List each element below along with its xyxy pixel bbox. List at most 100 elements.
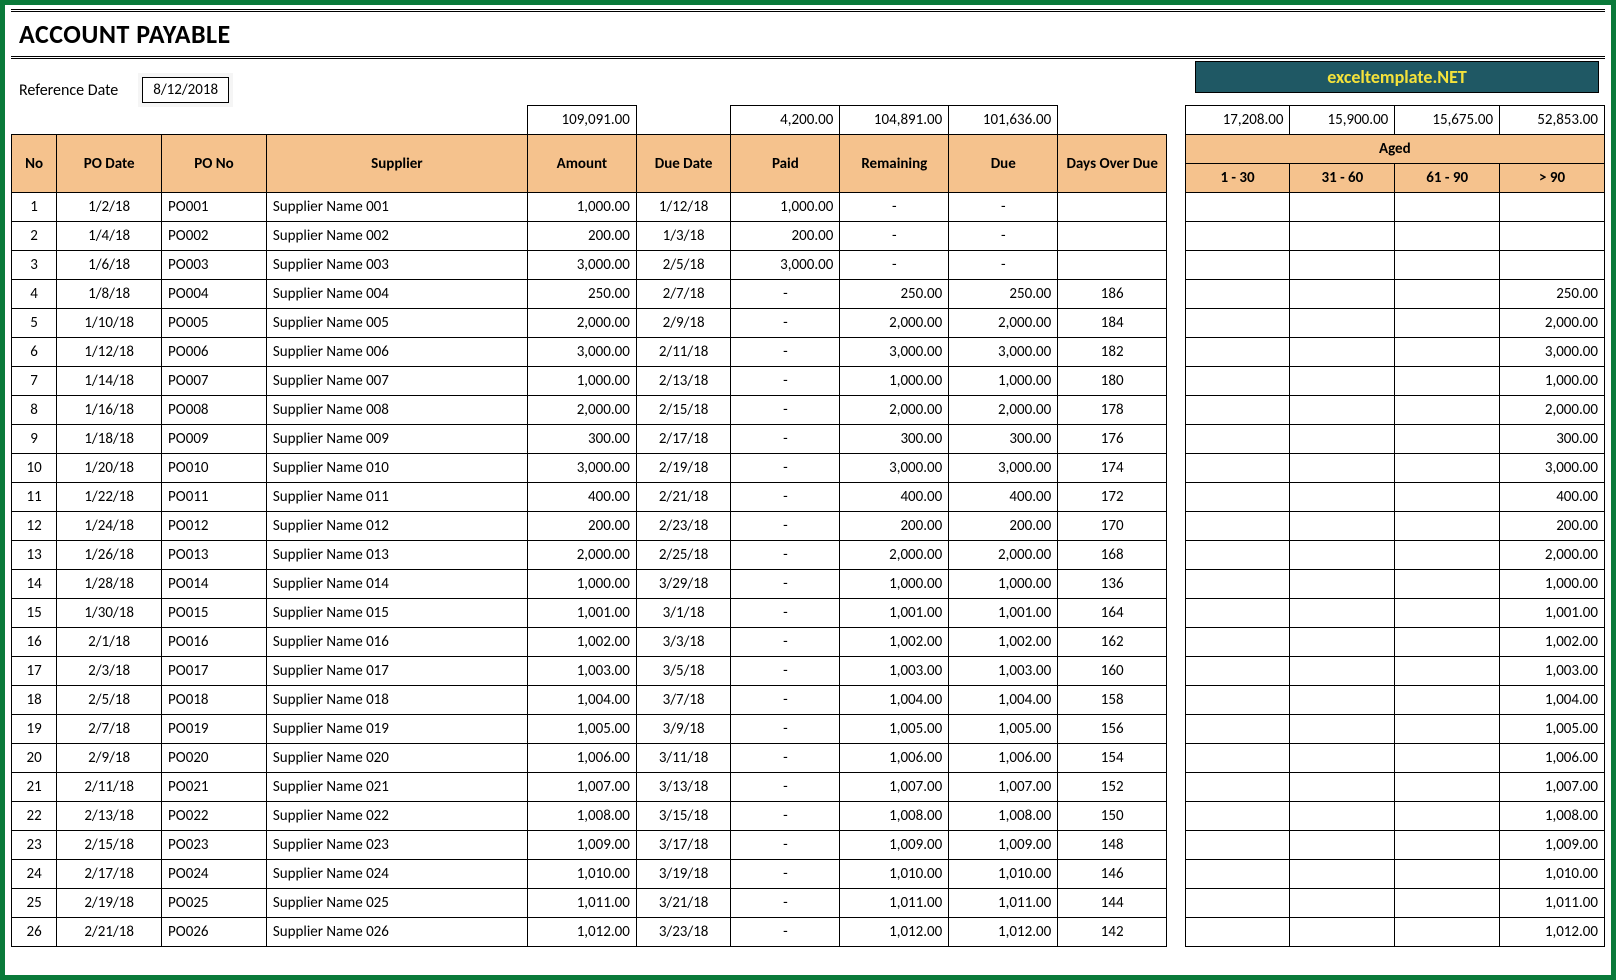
cell-a1[interactable]	[1185, 686, 1290, 715]
reference-date-input[interactable]: 8/12/2018	[142, 77, 229, 103]
cell-due[interactable]: 1,009.00	[949, 831, 1058, 860]
cell-paid[interactable]: -	[731, 396, 840, 425]
cell-due-date[interactable]: 3/21/18	[636, 889, 731, 918]
cell-po-no[interactable]: PO011	[162, 483, 267, 512]
cell-amount[interactable]: 1,002.00	[527, 628, 636, 657]
cell-amount[interactable]: 1,006.00	[527, 744, 636, 773]
cell-no[interactable]: 7	[12, 367, 57, 396]
cell-supplier[interactable]: Supplier Name 011	[266, 483, 527, 512]
cell-amount[interactable]: 1,000.00	[527, 367, 636, 396]
cell-days[interactable]: 144	[1058, 889, 1167, 918]
cell-days[interactable]: 180	[1058, 367, 1167, 396]
cell-a1[interactable]	[1185, 454, 1290, 483]
cell-days[interactable]: 154	[1058, 744, 1167, 773]
cell-a3[interactable]	[1395, 570, 1500, 599]
cell-remaining[interactable]: 1,000.00	[840, 570, 949, 599]
cell-a3[interactable]	[1395, 657, 1500, 686]
cell-supplier[interactable]: Supplier Name 020	[266, 744, 527, 773]
cell-no[interactable]: 16	[12, 628, 57, 657]
cell-a1[interactable]	[1185, 280, 1290, 309]
cell-days[interactable]	[1058, 222, 1167, 251]
cell-a4[interactable]: 1,008.00	[1500, 802, 1605, 831]
cell-days[interactable]: 146	[1058, 860, 1167, 889]
cell-a1[interactable]	[1185, 715, 1290, 744]
cell-paid[interactable]: -	[731, 889, 840, 918]
cell-supplier[interactable]: Supplier Name 019	[266, 715, 527, 744]
cell-po-no[interactable]: PO010	[162, 454, 267, 483]
cell-due[interactable]: 1,011.00	[949, 889, 1058, 918]
cell-a2[interactable]	[1290, 425, 1395, 454]
cell-amount[interactable]: 200.00	[527, 222, 636, 251]
cell-a4[interactable]: 1,005.00	[1500, 715, 1605, 744]
cell-due[interactable]: -	[949, 251, 1058, 280]
table-row[interactable]: 61/12/18PO006Supplier Name 0063,000.002/…	[12, 338, 1605, 367]
cell-a1[interactable]	[1185, 599, 1290, 628]
cell-po-no[interactable]: PO001	[162, 193, 267, 222]
cell-days[interactable]: 168	[1058, 541, 1167, 570]
cell-po-date[interactable]: 2/21/18	[57, 918, 162, 947]
cell-days[interactable]: 158	[1058, 686, 1167, 715]
cell-po-no[interactable]: PO014	[162, 570, 267, 599]
cell-a2[interactable]	[1290, 599, 1395, 628]
cell-a2[interactable]	[1290, 657, 1395, 686]
cell-a2[interactable]	[1290, 628, 1395, 657]
cell-days[interactable]: 178	[1058, 396, 1167, 425]
cell-due-date[interactable]: 2/17/18	[636, 425, 731, 454]
cell-a3[interactable]	[1395, 686, 1500, 715]
cell-amount[interactable]: 1,000.00	[527, 570, 636, 599]
cell-due-date[interactable]: 2/13/18	[636, 367, 731, 396]
cell-due-date[interactable]: 2/21/18	[636, 483, 731, 512]
cell-due[interactable]: 1,010.00	[949, 860, 1058, 889]
cell-a2[interactable]	[1290, 744, 1395, 773]
table-row[interactable]: 162/1/18PO016Supplier Name 0161,002.003/…	[12, 628, 1605, 657]
cell-remaining[interactable]: 1,012.00	[840, 918, 949, 947]
cell-due-date[interactable]: 2/25/18	[636, 541, 731, 570]
table-row[interactable]: 41/8/18PO004Supplier Name 004250.002/7/1…	[12, 280, 1605, 309]
cell-a3[interactable]	[1395, 483, 1500, 512]
cell-a2[interactable]	[1290, 541, 1395, 570]
cell-due[interactable]: -	[949, 222, 1058, 251]
cell-a1[interactable]	[1185, 628, 1290, 657]
cell-a1[interactable]	[1185, 860, 1290, 889]
cell-supplier[interactable]: Supplier Name 023	[266, 831, 527, 860]
cell-a3[interactable]	[1395, 396, 1500, 425]
cell-supplier[interactable]: Supplier Name 016	[266, 628, 527, 657]
cell-paid[interactable]: -	[731, 715, 840, 744]
cell-due[interactable]: 1,004.00	[949, 686, 1058, 715]
cell-a3[interactable]	[1395, 222, 1500, 251]
cell-paid[interactable]: -	[731, 425, 840, 454]
cell-a4[interactable]: 1,004.00	[1500, 686, 1605, 715]
cell-a2[interactable]	[1290, 802, 1395, 831]
cell-a2[interactable]	[1290, 715, 1395, 744]
cell-no[interactable]: 13	[12, 541, 57, 570]
cell-no[interactable]: 26	[12, 918, 57, 947]
cell-remaining[interactable]: 1,011.00	[840, 889, 949, 918]
cell-a4[interactable]: 1,000.00	[1500, 367, 1605, 396]
cell-due-date[interactable]: 1/3/18	[636, 222, 731, 251]
table-row[interactable]: 81/16/18PO008Supplier Name 0082,000.002/…	[12, 396, 1605, 425]
table-row[interactable]: 252/19/18PO025Supplier Name 0251,011.003…	[12, 889, 1605, 918]
cell-a3[interactable]	[1395, 831, 1500, 860]
cell-a4[interactable]: 1,009.00	[1500, 831, 1605, 860]
cell-po-no[interactable]: PO009	[162, 425, 267, 454]
cell-a2[interactable]	[1290, 686, 1395, 715]
cell-a4[interactable]: 300.00	[1500, 425, 1605, 454]
cell-remaining[interactable]: -	[840, 222, 949, 251]
cell-amount[interactable]: 300.00	[527, 425, 636, 454]
cell-remaining[interactable]: 250.00	[840, 280, 949, 309]
cell-paid[interactable]: -	[731, 657, 840, 686]
cell-due-date[interactable]: 2/9/18	[636, 309, 731, 338]
cell-days[interactable]: 156	[1058, 715, 1167, 744]
cell-no[interactable]: 12	[12, 512, 57, 541]
cell-po-no[interactable]: PO004	[162, 280, 267, 309]
cell-a4[interactable]: 2,000.00	[1500, 396, 1605, 425]
cell-due[interactable]: -	[949, 193, 1058, 222]
cell-due-date[interactable]: 3/29/18	[636, 570, 731, 599]
cell-remaining[interactable]: 1,002.00	[840, 628, 949, 657]
cell-po-date[interactable]: 1/14/18	[57, 367, 162, 396]
cell-due[interactable]: 250.00	[949, 280, 1058, 309]
cell-supplier[interactable]: Supplier Name 024	[266, 860, 527, 889]
cell-a4[interactable]: 1,012.00	[1500, 918, 1605, 947]
cell-po-no[interactable]: PO007	[162, 367, 267, 396]
cell-due-date[interactable]: 3/3/18	[636, 628, 731, 657]
